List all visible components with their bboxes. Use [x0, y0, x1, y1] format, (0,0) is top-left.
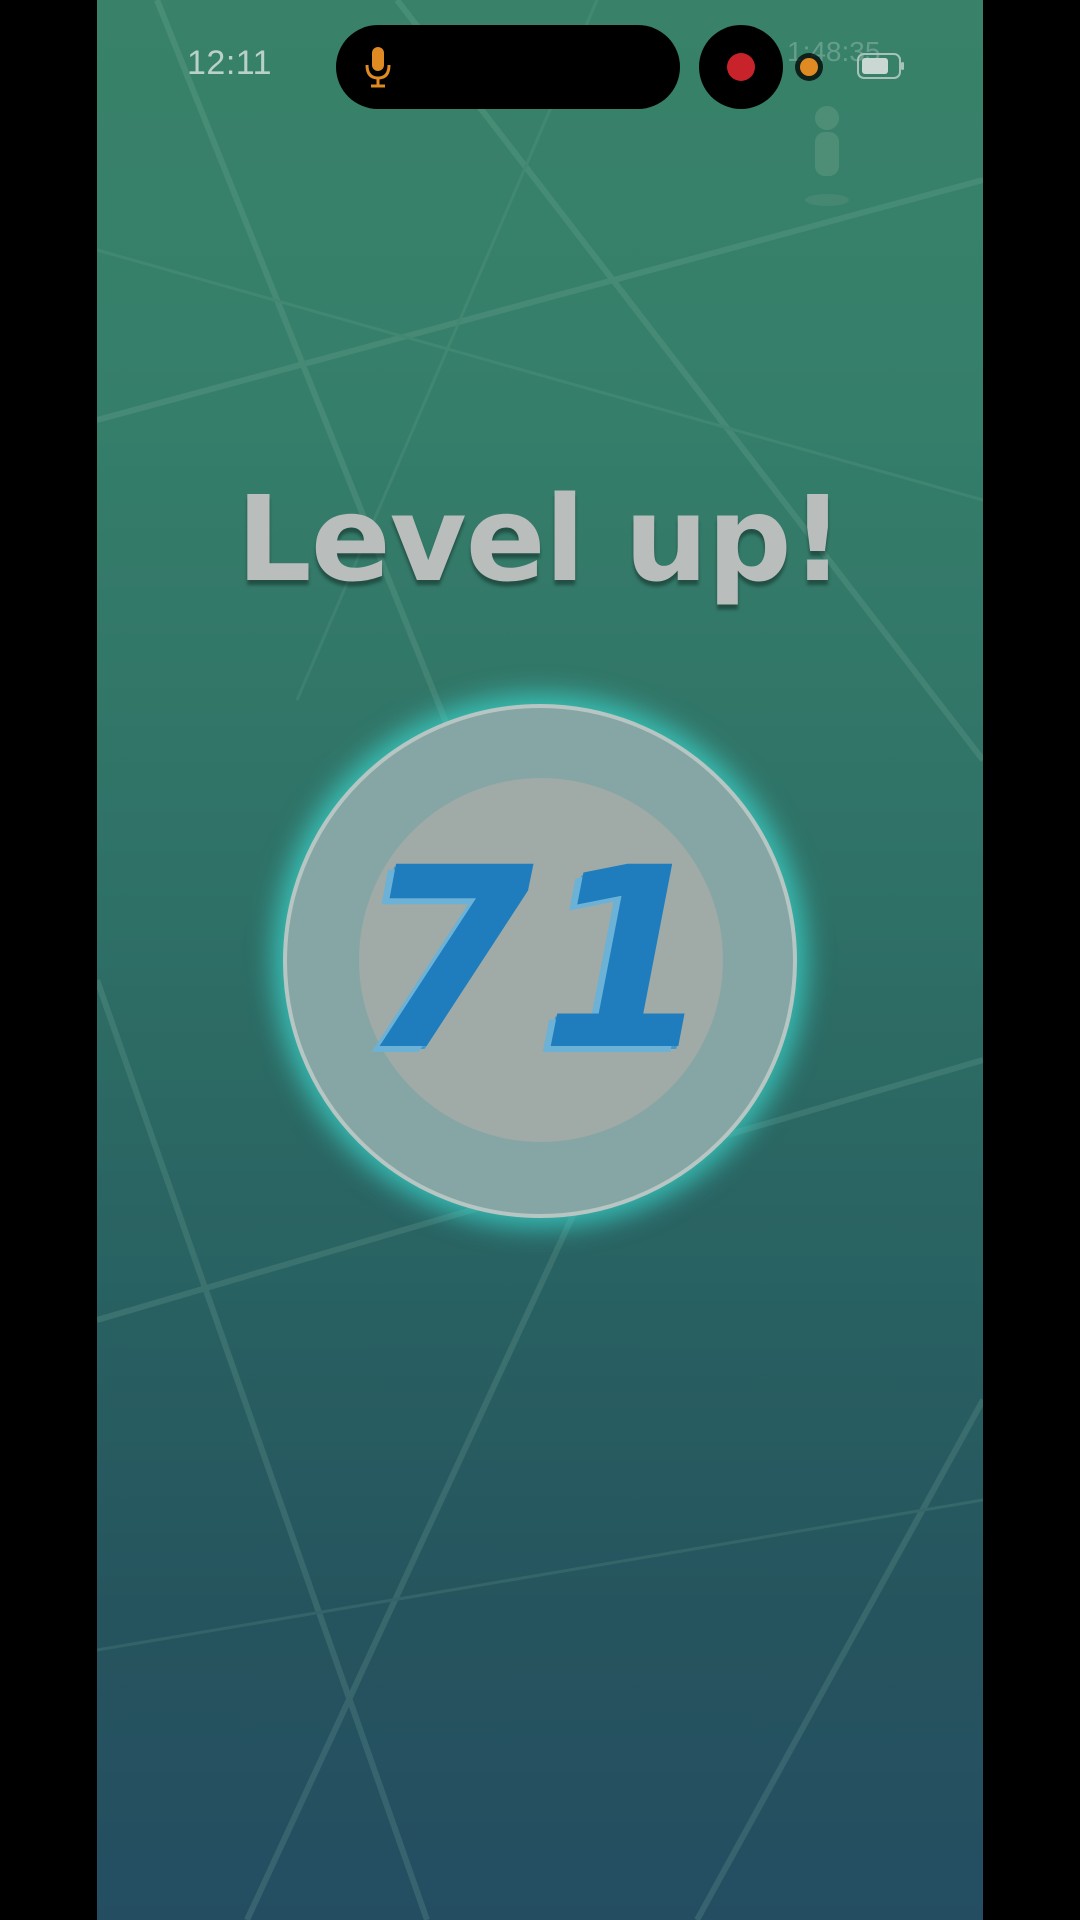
- game-screen[interactable]: 12:11 1:48:35 Level up! 71: [97, 0, 983, 1920]
- player-avatar-silhouette: [805, 106, 849, 206]
- level-number: 71: [360, 814, 720, 1105]
- battery-icon: [857, 53, 904, 79]
- status-time: 12:11: [187, 44, 273, 82]
- screen-recording-indicator[interactable]: [699, 25, 783, 109]
- record-icon: [727, 53, 755, 81]
- dynamic-island: [336, 25, 680, 109]
- microphone-icon: [365, 47, 391, 88]
- letterbox-right: [983, 0, 1080, 1920]
- level-up-title: Level up!: [236, 470, 845, 608]
- privacy-indicator-dot: [800, 58, 818, 76]
- letterbox-left: [0, 0, 97, 1920]
